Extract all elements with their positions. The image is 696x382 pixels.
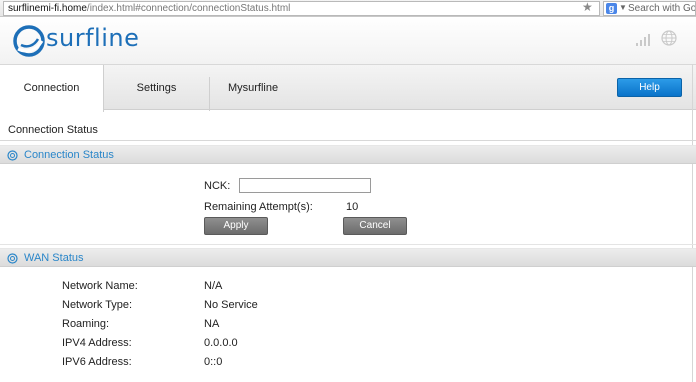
surfline-logo-icon <box>13 25 45 57</box>
page-title: Connection Status <box>8 124 98 136</box>
section-title: WAN Status <box>24 252 84 264</box>
search-engine-icon[interactable]: g <box>606 3 617 14</box>
browser-toolbar: surflinemi-fi.home/index.html#connection… <box>0 0 696 17</box>
address-text[interactable]: surflinemi-fi.home/index.html#connection… <box>8 3 290 14</box>
section-divider <box>0 244 696 245</box>
roaming-label: Roaming: <box>62 318 110 330</box>
roaming-value: NA <box>204 318 220 330</box>
star-icon[interactable]: ★ <box>582 0 593 14</box>
globe-icon <box>661 30 677 46</box>
site-header: surfline <box>0 17 696 64</box>
network-type-label: Network Type: <box>62 299 133 311</box>
network-name-value: N/A <box>204 280 223 292</box>
collapse-circle-icon[interactable] <box>7 150 18 161</box>
cancel-button[interactable]: Cancel <box>343 217 407 235</box>
collapse-circle-icon[interactable] <box>7 253 18 264</box>
connection-status-section-header[interactable]: Connection Status <box>0 145 696 164</box>
content-border <box>692 64 693 382</box>
help-button[interactable]: Help <box>617 78 682 97</box>
signal-bars-icon <box>636 34 650 46</box>
url-host: surflinemi-fi.home <box>8 3 87 14</box>
ipv6-address-value: 0::0 <box>204 356 223 368</box>
address-bar[interactable]: surflinemi-fi.home/index.html#connection… <box>3 1 600 16</box>
network-type-value: No Service <box>204 299 258 311</box>
nck-label: NCK: <box>204 180 231 192</box>
tab-settings[interactable]: Settings <box>104 65 209 111</box>
remaining-attempts-value: 10 <box>346 201 359 213</box>
ipv4-address-label: IPV4 Address: <box>62 337 132 349</box>
ipv6-address-label: IPV6 Address: <box>62 356 132 368</box>
url-path: /index.html#connection/connectionStatus.… <box>86 3 291 14</box>
browser-search-box[interactable]: g ▼ Search with Goo <box>603 1 696 16</box>
title-divider <box>0 140 696 141</box>
chevron-down-icon[interactable]: ▼ <box>619 3 627 12</box>
main-nav: Connection Settings Mysurfline Help <box>0 64 696 112</box>
ipv4-address-value: 0.0.0.0 <box>204 337 238 349</box>
search-placeholder: Search with Goo <box>628 3 696 14</box>
network-name-label: Network Name: <box>62 280 138 292</box>
wan-status-section-header[interactable]: WAN Status <box>0 248 696 267</box>
tab-mysurfline[interactable]: Mysurfline <box>210 65 296 111</box>
apply-button[interactable]: Apply <box>204 217 268 235</box>
remaining-attempts-label: Remaining Attempt(s): <box>204 201 313 213</box>
section-title: Connection Status <box>24 149 114 161</box>
tab-connection[interactable]: Connection <box>0 65 104 112</box>
logo-text: surfline <box>46 24 140 52</box>
nck-input[interactable] <box>239 178 371 193</box>
